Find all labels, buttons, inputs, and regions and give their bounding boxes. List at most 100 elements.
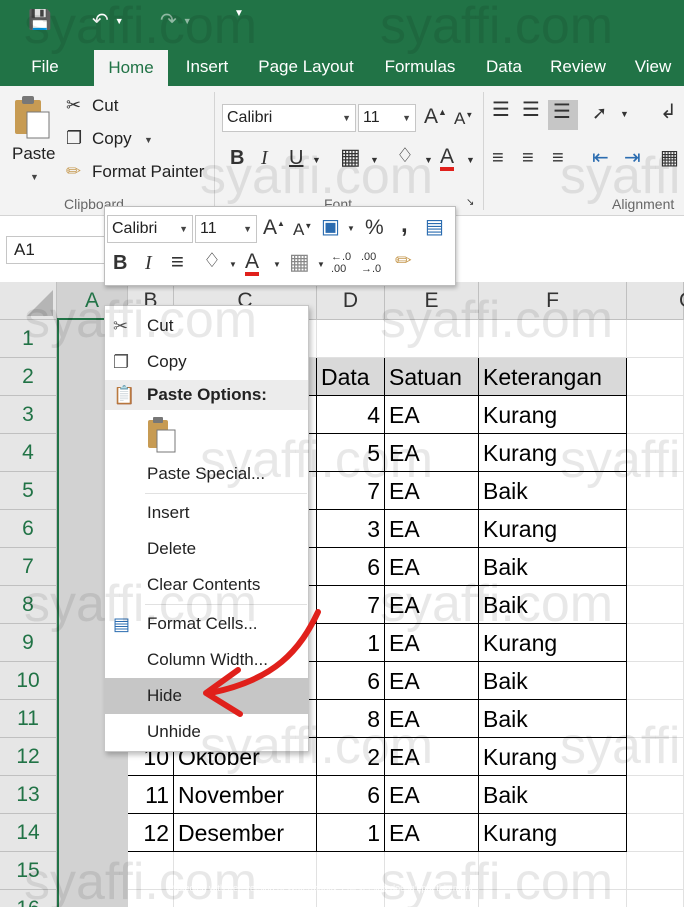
cell-g[interactable] (627, 396, 684, 434)
tab-page-layout[interactable]: Page Layout (252, 48, 360, 86)
cell-e[interactable]: EA (385, 662, 479, 700)
percent-style-button[interactable]: % (365, 217, 384, 238)
cell-d[interactable]: 4 (317, 396, 385, 434)
cell-f[interactable] (479, 852, 627, 890)
cell-g[interactable] (627, 586, 684, 624)
cell-f[interactable]: Baik (479, 662, 627, 700)
tab-file[interactable]: File (18, 48, 72, 86)
row-header[interactable]: 7 (0, 548, 57, 586)
cell-f[interactable]: Kurang (479, 396, 627, 434)
tab-review[interactable]: Review (544, 48, 612, 86)
menu-item-copy[interactable]: ❐ Copy (105, 344, 308, 380)
mini-borders-button[interactable]: ▦ (289, 251, 310, 273)
increase-decimal-button[interactable]: ←.0.00 (331, 251, 351, 275)
bold-button[interactable]: B (230, 148, 244, 168)
chevron-down-icon[interactable]: ▼ (312, 156, 321, 165)
cell-c[interactable]: November (174, 776, 317, 814)
customize-qat-button[interactable]: ▼ (234, 8, 244, 19)
row-header[interactable]: 13 (0, 776, 57, 814)
undo-button[interactable]: ↶ ▼ (92, 8, 124, 33)
copy-button[interactable]: ❐ Copy ▼ (64, 127, 174, 153)
mini-font-name-dropdown[interactable]: Calibri ▼ (107, 215, 193, 243)
paste-option-button[interactable] (145, 416, 181, 456)
cell-e[interactable]: EA (385, 396, 479, 434)
align-center-button[interactable]: ≡ (522, 148, 534, 168)
chevron-down-icon[interactable]: ▼ (317, 261, 325, 269)
tab-view[interactable]: View (626, 48, 680, 86)
row-header[interactable]: 15 (0, 852, 57, 890)
row-header[interactable]: 11 (0, 700, 57, 738)
cell-b[interactable]: 11 (128, 776, 174, 814)
cell-f[interactable]: Kurang (479, 738, 627, 776)
increase-font-size-button[interactable]: A▲ (424, 106, 447, 127)
mini-font-color-button[interactable]: A (245, 251, 260, 276)
align-right-button[interactable]: ≡ (552, 148, 564, 168)
cell-e[interactable]: EA (385, 738, 479, 776)
format-painter-button[interactable]: ✏ Format Painter (64, 160, 214, 186)
cell-e[interactable]: EA (385, 814, 479, 852)
comma-style-button[interactable]: , (401, 213, 408, 237)
row-header[interactable]: 9 (0, 624, 57, 662)
tab-data[interactable]: Data (478, 48, 530, 86)
cell-d[interactable]: 2 (317, 738, 385, 776)
font-name-dropdown[interactable]: Calibri ▼ (222, 104, 356, 132)
cell-e[interactable]: EA (385, 586, 479, 624)
mini-font-size-dropdown[interactable]: 11 ▼ (195, 215, 257, 243)
cell-e[interactable]: EA (385, 700, 479, 738)
cell-g[interactable] (627, 814, 684, 852)
cell-g[interactable] (627, 510, 684, 548)
cell-f[interactable]: Baik (479, 586, 627, 624)
mini-increase-font-button[interactable]: A▲ (263, 217, 285, 238)
wrap-text-button[interactable]: ↲ (660, 102, 677, 122)
row-header[interactable]: 12 (0, 738, 57, 776)
cell-g[interactable] (627, 472, 684, 510)
menu-item-clear-contents[interactable]: Clear Contents (105, 567, 308, 603)
cell-g[interactable] (627, 662, 684, 700)
row-header[interactable]: 14 (0, 814, 57, 852)
cell-g[interactable] (627, 320, 684, 358)
cell-e[interactable]: EA (385, 776, 479, 814)
cell-e[interactable]: EA (385, 434, 479, 472)
chevron-down-icon[interactable]: ▼ (229, 261, 237, 269)
menu-item-cut[interactable]: ✂ Cut (105, 308, 308, 344)
row-header[interactable]: 10 (0, 662, 57, 700)
row-header[interactable]: 2 (0, 358, 57, 396)
menu-item-insert[interactable]: Insert (105, 495, 308, 531)
cell-e[interactable]: EA (385, 510, 479, 548)
middle-align-button[interactable]: ☰ (522, 100, 540, 120)
chevron-down-icon[interactable]: ▼ (466, 156, 475, 165)
format-table-button[interactable]: ▤ (425, 217, 444, 237)
cell-f[interactable]: Kurang (479, 434, 627, 472)
cell-g[interactable] (627, 624, 684, 662)
cell-f[interactable]: Baik (479, 472, 627, 510)
mini-format-painter-button[interactable]: ✏ (395, 251, 412, 271)
chevron-down-icon[interactable]: ▼ (347, 225, 355, 233)
cell-f[interactable]: Baik (479, 548, 627, 586)
underline-button[interactable]: U (289, 148, 303, 168)
align-left-button[interactable]: ≡ (492, 148, 504, 168)
cell-f[interactable]: Baik (479, 700, 627, 738)
increase-indent-button[interactable]: ⇥ (624, 148, 641, 168)
row-header[interactable]: 4 (0, 434, 57, 472)
font-color-button[interactable]: A (440, 146, 455, 171)
chevron-down-icon[interactable]: ▼ (620, 110, 629, 119)
mini-fill-color-button[interactable]: ♢ (203, 251, 221, 271)
cell-e[interactable]: EA (385, 472, 479, 510)
top-align-button[interactable]: ☰ (492, 100, 510, 120)
bottom-align-button[interactable]: ☰ (548, 100, 578, 130)
fill-color-button[interactable]: ♢ (396, 146, 414, 166)
mini-bold-button[interactable]: B (113, 253, 127, 273)
cell-e[interactable]: EA (385, 624, 479, 662)
cell-g[interactable] (627, 434, 684, 472)
cut-button[interactable]: ✂ Cut (64, 94, 174, 120)
cell-g[interactable] (627, 890, 684, 907)
tab-home[interactable]: Home (94, 50, 168, 86)
italic-button[interactable]: I (261, 148, 268, 168)
row-header[interactable]: 3 (0, 396, 57, 434)
save-icon[interactable]: 💾 (28, 8, 52, 32)
name-box[interactable]: A1 (6, 236, 116, 264)
chevron-down-icon[interactable]: ▼ (273, 261, 281, 269)
column-header-f[interactable]: F (479, 282, 627, 320)
menu-item-delete[interactable]: Delete (105, 531, 308, 567)
row-header[interactable]: 8 (0, 586, 57, 624)
